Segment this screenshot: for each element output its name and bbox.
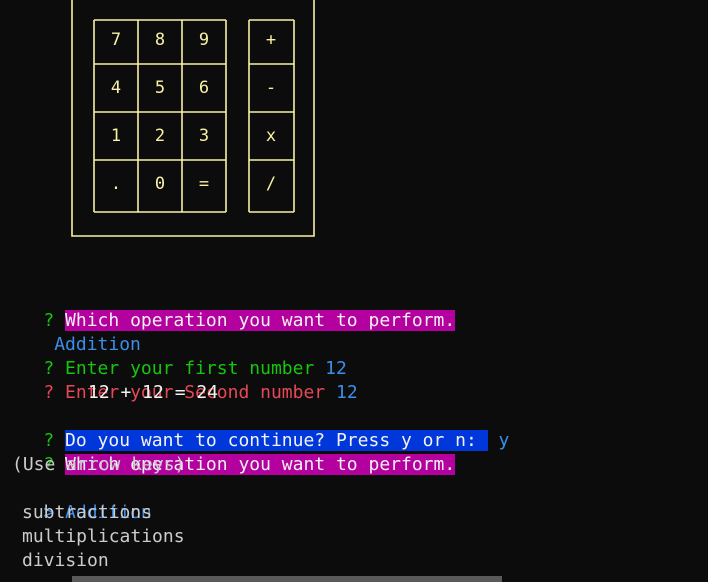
calculator-key-3-1: 0 <box>155 174 165 194</box>
menu-option-division[interactable]: division <box>22 549 109 573</box>
calculator-key-3-3: / <box>266 174 276 194</box>
menu-option-subtractions[interactable]: subtractions <box>22 501 152 525</box>
prompt-line-operation-again: ? Which operation you want to perform. <box>0 429 456 475</box>
continue-answer: y <box>498 430 510 451</box>
menu-option-multiplications[interactable]: multiplications <box>22 525 185 549</box>
calculator-ascii-art: 7 8 9 +4 5 6 - 1 2 3 x. 0 = / <box>71 0 315 237</box>
calculator-key-0-1: 8 <box>155 30 165 50</box>
calculator-key-2-0: 1 <box>111 126 121 146</box>
calculator-key-0-3: + <box>266 30 276 50</box>
calculator-key-3-2: = <box>199 174 209 194</box>
calculator-key-3-0: . <box>111 174 121 194</box>
arrow-keys-hint: (Use arrow keys) <box>12 454 186 475</box>
calculator-key-1-2: 6 <box>199 78 209 98</box>
operation-answer-line: Addition <box>0 309 141 355</box>
prompt-line-operation: ? Which operation you want to perform. <box>0 285 456 331</box>
horizontal-scrollbar[interactable] <box>72 576 502 582</box>
prompt-line-continue: ? Do you want to continue? Press y or n:… <box>0 405 509 451</box>
calculator-key-2-3: x <box>266 126 276 146</box>
menu-option-addition[interactable]: > Addition <box>0 477 151 523</box>
calculator-key-1-3: - <box>266 78 276 98</box>
second-number-answer: 12 <box>335 382 358 403</box>
result-line: 12 + 12 = 24 <box>88 382 219 403</box>
calculator-key-2-1: 2 <box>155 126 165 146</box>
calculator-key-1-1: 5 <box>155 78 165 98</box>
calculator-key-1-0: 4 <box>111 78 121 98</box>
terminal-window[interactable]: 7 8 9 +4 5 6-1 2 3 x. 0 = / ? Which operation you w… <box>0 0 708 582</box>
prompt-line-second-number: ? Enter your Second number 12 <box>0 357 357 403</box>
prompt-line-first-number: ? Enter your first number 12 <box>0 333 346 379</box>
calculator-key-2-2: 3 <box>199 126 209 146</box>
prompt-marker: ? <box>43 382 55 403</box>
calculator-key-0-2: 9 <box>199 30 209 50</box>
calculator-outer-frame <box>71 0 315 237</box>
calculator-key-0-0: 7 <box>111 30 121 50</box>
